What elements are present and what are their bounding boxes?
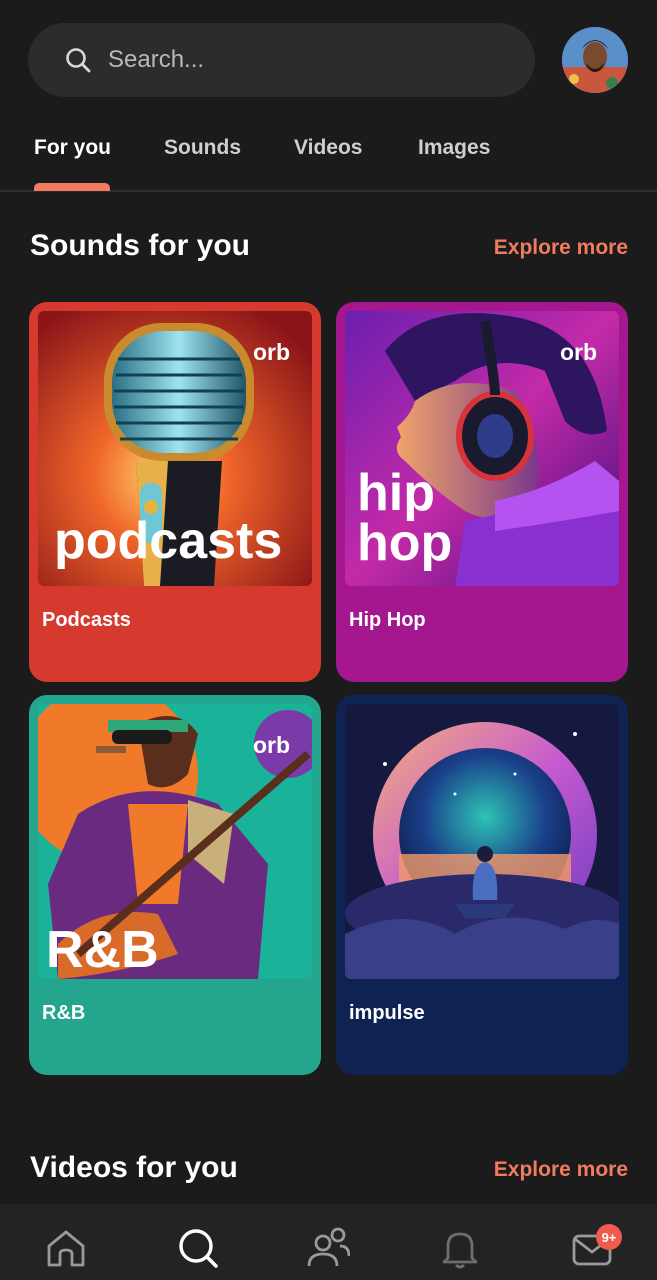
- videos-section-title: Videos for you: [30, 1151, 238, 1184]
- tab-videos[interactable]: Videos: [294, 136, 362, 160]
- hip-hop-art-text-line1: hip: [357, 464, 435, 522]
- sound-card-rnb[interactable]: orb R&B R&B: [29, 695, 321, 1075]
- active-tab-indicator: [34, 183, 110, 191]
- sound-card-impulse[interactable]: impulse: [336, 695, 628, 1075]
- videos-explore-more-link[interactable]: Explore more: [494, 1158, 628, 1182]
- inbox-badge: 9+: [596, 1224, 622, 1250]
- search-icon: [179, 1229, 218, 1268]
- orb-brand-label: orb: [252, 732, 290, 758]
- tab-sounds[interactable]: Sounds: [164, 136, 241, 160]
- hip-hop-artwork: orb hip hop: [345, 311, 619, 586]
- search-bar[interactable]: [28, 23, 535, 97]
- bottom-navigation: 9+: [0, 1204, 657, 1280]
- card-label: impulse: [349, 1002, 425, 1024]
- bell-icon: [442, 1232, 478, 1269]
- nav-search[interactable]: [176, 1226, 220, 1270]
- community-icon: [307, 1227, 351, 1267]
- search-input[interactable]: [108, 46, 488, 74]
- sound-card-hip-hop[interactable]: orb hip hop Hip Hop: [336, 302, 628, 682]
- orb-brand-label: orb: [559, 339, 597, 365]
- card-label: R&B: [42, 1002, 86, 1024]
- sounds-section-title: Sounds for you: [30, 229, 250, 262]
- sounds-explore-more-link[interactable]: Explore more: [494, 236, 628, 260]
- hip-hop-art-text-line2: hop: [357, 514, 453, 572]
- nav-inbox[interactable]: 9+: [570, 1224, 622, 1270]
- impulse-artwork: [345, 704, 619, 979]
- card-label: Hip Hop: [349, 609, 426, 631]
- tab-images[interactable]: Images: [418, 136, 490, 160]
- home-icon: [47, 1230, 85, 1267]
- orb-brand-label: orb: [252, 339, 290, 365]
- nav-community[interactable]: [306, 1226, 351, 1270]
- podcasts-art-text: podcasts: [54, 512, 283, 570]
- podcasts-artwork: orb podcasts: [38, 311, 312, 586]
- tab-for-you[interactable]: For you: [34, 136, 111, 160]
- tab-bar: For you Sounds Videos Images: [0, 120, 657, 192]
- nav-home[interactable]: [44, 1226, 88, 1270]
- avatar[interactable]: [562, 27, 628, 93]
- rnb-art-text: R&B: [46, 921, 159, 979]
- search-icon: [64, 46, 92, 74]
- card-label: Podcasts: [42, 609, 131, 631]
- nav-notifications[interactable]: [438, 1226, 482, 1270]
- rnb-artwork: orb R&B: [38, 704, 312, 979]
- sound-card-podcasts[interactable]: orb podcasts Podcasts: [29, 302, 321, 682]
